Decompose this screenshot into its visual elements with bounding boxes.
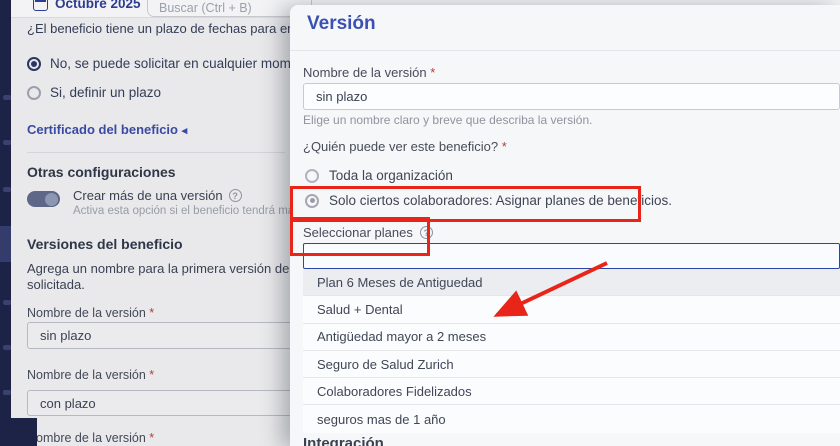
radio-selected-icon[interactable] [27, 57, 41, 71]
select-plans-input[interactable] [303, 243, 840, 269]
sidebar-icon[interactable] [3, 140, 11, 145]
dropdown-option[interactable]: Antigüedad mayor a 2 meses [303, 324, 840, 351]
required-asterisk: * [430, 65, 435, 80]
integration-section-title: Integración [303, 435, 384, 446]
divider [290, 50, 840, 51]
radio-label: Si, definir un plazo [50, 85, 161, 100]
calendar-icon[interactable] [33, 0, 48, 11]
create-more-versions-toggle[interactable] [27, 191, 60, 207]
version-modal: Versión Nombre de la versión * Elige un … [290, 5, 840, 446]
version-name-label: Nombre de la versión * [27, 431, 154, 445]
label-text: Nombre de la versión [27, 431, 146, 445]
radio-label: No, se puede solicitar en cualquier mome… [50, 56, 317, 71]
sidebar-icon[interactable] [3, 95, 11, 100]
sidebar-icon[interactable] [3, 187, 11, 192]
period-selector[interactable]: Octubre 2025 [55, 0, 141, 11]
required-asterisk: * [149, 368, 154, 382]
dropdown-option[interactable]: Colaboradores Fidelizados [303, 378, 840, 405]
certificate-link[interactable]: Certificado del beneficio ◂ [27, 122, 187, 137]
label-text: Nombre de la versión [303, 65, 427, 80]
version-name-input-1[interactable] [27, 322, 295, 349]
app-sidebar[interactable] [0, 0, 11, 446]
radio-unselected-icon[interactable] [27, 86, 41, 100]
versions-title: Versiones del beneficio [27, 236, 183, 252]
dropdown-option[interactable]: Seguro de Salud Zurich [303, 351, 840, 378]
version-name-label: Nombre de la versión * [27, 306, 154, 320]
required-asterisk: * [502, 139, 507, 154]
select-plans-label: Seleccionar planes ? [303, 225, 433, 240]
dropdown-option[interactable]: Plan 6 Meses de Antiguedad [303, 269, 840, 296]
modal-version-name-label: Nombre de la versión * [303, 65, 435, 80]
sidebar-icon[interactable] [3, 300, 11, 305]
dropdown-option[interactable]: Salud + Dental [303, 296, 840, 323]
divider [27, 152, 285, 153]
other-settings-title: Otras configuraciones [27, 164, 176, 180]
version-name-label: Nombre de la versión * [27, 368, 154, 382]
toggle-label: Crear más de una versión [73, 188, 223, 203]
required-asterisk: * [149, 431, 154, 445]
radio-selected-icon[interactable] [305, 194, 319, 208]
radio-unselected-icon[interactable] [305, 169, 319, 183]
radio-label: Toda la organización [329, 168, 453, 183]
version-name-input-2[interactable] [27, 390, 295, 416]
certificate-link-text: Certificado del beneficio [27, 122, 178, 137]
visibility-question-label: ¿Quién puede ver este beneficio? * [303, 139, 507, 154]
dropdown-option[interactable]: seguros mas de 1 año [303, 405, 840, 432]
label-text: Nombre de la versión [27, 368, 146, 382]
help-icon[interactable]: ? [229, 189, 242, 202]
label-text: Nombre de la versión [27, 306, 146, 320]
modal-version-name-input[interactable] [303, 83, 840, 110]
name-helper-text: Elige un nombre claro y breve que descri… [303, 113, 593, 127]
radio-option-certain-collaborators[interactable]: Solo ciertos colaboradores: Asignar plan… [305, 193, 672, 208]
modal-title: Versión [307, 13, 376, 35]
benefit-form-panel: ¿El beneficio tiene un plazo de fechas p… [11, 17, 290, 446]
label-text: Seleccionar planes [303, 225, 413, 240]
sidebar-active-item[interactable] [0, 226, 11, 262]
label-text: ¿Quién puede ver este beneficio? [303, 139, 498, 154]
toggle-label-row: Crear más de una versión ? [73, 188, 242, 203]
versions-desc-line1: Agrega un nombre para la primera versión… [27, 261, 331, 276]
radio-option-whole-org[interactable]: Toda la organización [305, 168, 453, 183]
sidebar-icon[interactable] [3, 345, 11, 350]
help-icon[interactable]: ? [420, 226, 433, 239]
search-input[interactable] [147, 0, 312, 17]
required-asterisk: * [149, 306, 154, 320]
versions-desc-line2: solicitada. [27, 277, 85, 292]
radio-option-define-deadline[interactable]: Si, definir un plazo [27, 85, 161, 100]
collapse-arrow-icon: ◂ [182, 125, 188, 137]
radio-label: Solo ciertos colaboradores: Asignar plan… [329, 193, 672, 208]
radio-option-no-deadline[interactable]: No, se puede solicitar en cualquier mome… [27, 56, 317, 71]
sidebar-icon[interactable] [3, 390, 11, 395]
plans-dropdown-list: Plan 6 Meses de Antiguedad Salud + Denta… [303, 269, 840, 433]
sidebar-footer-block [0, 418, 37, 446]
